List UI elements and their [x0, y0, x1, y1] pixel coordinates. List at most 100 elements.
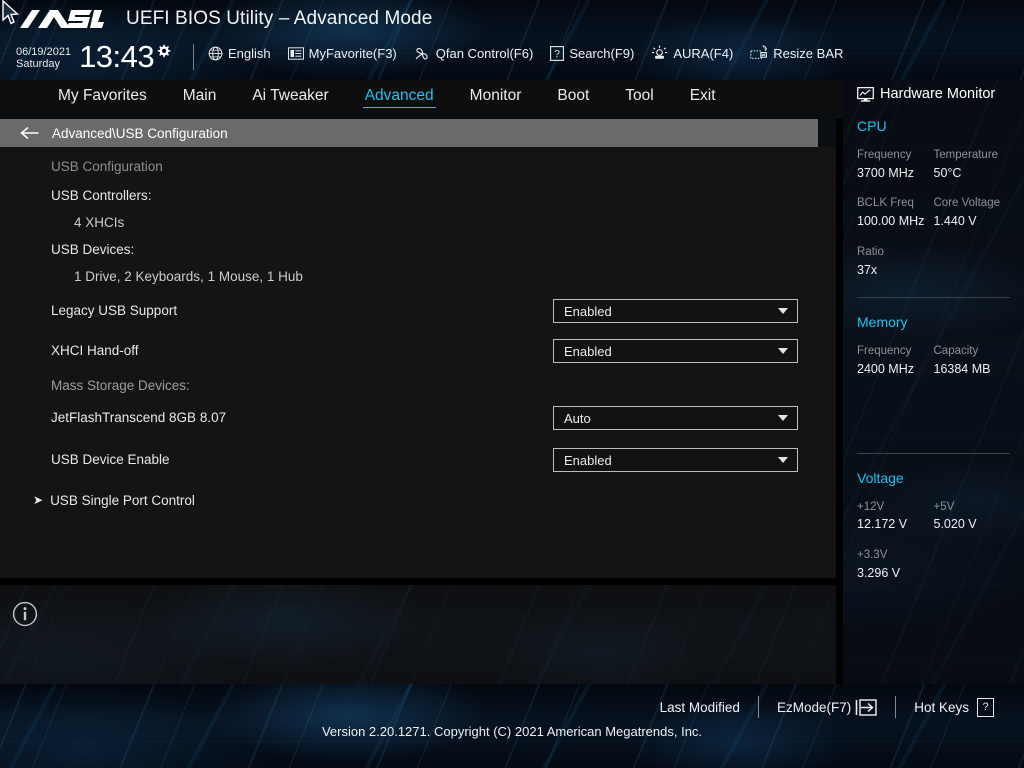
xhci-handoff-value: Enabled — [564, 344, 612, 359]
usb-device-enable-value: Enabled — [564, 453, 612, 468]
usb-devices-label: USB Devices: — [0, 242, 134, 257]
tab-my-favorites[interactable]: My Favorites — [40, 80, 165, 112]
jetflash-device-dropdown[interactable]: Auto — [553, 406, 798, 430]
resize-bar-label: Resize BAR — [773, 46, 843, 61]
xhci-handoff-label: XHCI Hand-off — [0, 343, 139, 358]
usb-single-port-control-item[interactable]: ➤ USB Single Port Control — [0, 493, 195, 508]
last-modified-button[interactable]: Last Modified — [642, 700, 758, 715]
tab-main[interactable]: Main — [165, 80, 235, 112]
tab-exit[interactable]: Exit — [672, 80, 734, 112]
xhci-handoff-dropdown[interactable]: Enabled — [553, 339, 798, 363]
chevron-down-icon — [778, 308, 788, 314]
settings-panel: USB Configuration USB Controllers: 4 XHC… — [0, 147, 836, 578]
breadcrumb-path: Advanced\USB Configuration — [52, 126, 228, 141]
hwm-section-cpu: CPU — [857, 118, 1010, 134]
question-box-icon: ? — [550, 46, 564, 61]
language-button[interactable]: English — [208, 46, 271, 61]
hwm-cpu-row-2: BCLK Freq 100.00 MHz Core Voltage 1.440 … — [857, 195, 1010, 230]
hwm-cpu-frequency-key: Frequency — [857, 147, 934, 164]
hot-keys-button[interactable]: Hot Keys ? — [896, 698, 1012, 717]
ez-mode-button[interactable]: EzMode(F7) — [759, 699, 895, 716]
hwm-cpu-frequency-value: 3700 MHz — [857, 164, 934, 183]
tab-boot[interactable]: Boot — [539, 80, 607, 112]
hwm-cpu-ratio-value: 37x — [857, 261, 943, 280]
fan-icon — [414, 46, 431, 61]
svg-text:?: ? — [555, 49, 561, 60]
hwm-cpu-row-1: Frequency 3700 MHz Temperature 50°C — [857, 147, 1010, 182]
aura-button[interactable]: AURA(F4) — [651, 45, 733, 61]
ez-mode-arrow-icon — [855, 699, 877, 716]
tab-advanced[interactable]: Advanced — [347, 80, 452, 112]
jetflash-device-value: Auto — [564, 411, 591, 426]
usb-devices-value: 1 Drive, 2 Keyboards, 1 Mouse, 1 Hub — [0, 269, 303, 284]
usb-controllers-value: 4 XHCIs — [0, 215, 124, 230]
section-title: USB Configuration — [0, 159, 163, 174]
header-tools: English MyFavorite(F3) — [208, 45, 843, 61]
hwm-section-voltage: Voltage — [857, 470, 1010, 486]
usb-single-port-control-label: USB Single Port Control — [50, 493, 195, 508]
chevron-down-icon — [778, 415, 788, 421]
asus-logo — [18, 8, 104, 30]
tab-monitor[interactable]: Monitor — [452, 80, 540, 112]
hwm-cpu-row-3: Ratio 37x — [857, 244, 1010, 279]
hwm-memory-frequency-key: Frequency — [857, 343, 934, 360]
weekday-label: Saturday — [16, 58, 71, 70]
search-button[interactable]: ? Search(F9) — [550, 46, 634, 61]
hardware-monitor-title: Hardware Monitor — [880, 86, 995, 102]
resize-bar-button[interactable]: Resize BAR — [750, 45, 843, 61]
header-bar: UEFI BIOS Utility – Advanced Mode 06/19/… — [0, 0, 1024, 80]
gear-icon[interactable] — [156, 44, 171, 59]
myfavorite-button[interactable]: MyFavorite(F3) — [288, 46, 397, 61]
hwm-cpu-core-voltage-key: Core Voltage — [934, 195, 1011, 212]
clock-label: 13:43 — [79, 42, 154, 71]
panel-separator — [0, 578, 836, 585]
mass-storage-devices-label: Mass Storage Devices: — [0, 378, 190, 393]
monitor-chart-icon — [857, 87, 874, 102]
footer-bar: Last Modified EzMode(F7) Hot Keys ? — [0, 684, 1024, 768]
header-divider — [193, 44, 194, 70]
tab-tool[interactable]: Tool — [607, 80, 671, 112]
hwm-divider-1 — [857, 297, 1010, 298]
info-icon[interactable] — [12, 601, 38, 627]
hwm-memory-capacity-value: 16384 MB — [934, 360, 1011, 379]
hwm-cpu-core-voltage-value: 1.440 V — [934, 212, 1011, 231]
bios-screen: UEFI BIOS Utility – Advanced Mode 06/19/… — [0, 0, 1024, 768]
search-label: Search(F9) — [569, 46, 634, 61]
aura-light-icon — [651, 45, 668, 61]
list-icon — [288, 47, 304, 60]
ez-mode-label: EzMode(F7) — [777, 700, 851, 715]
hwm-divider-2 — [857, 453, 1010, 454]
hot-keys-glyph: ? — [977, 698, 994, 717]
legacy-usb-support-value: Enabled — [564, 304, 612, 319]
qfan-control-button[interactable]: Qfan Control(F6) — [414, 46, 534, 61]
tab-ai-tweaker[interactable]: Ai Tweaker — [234, 80, 346, 112]
hardware-monitor-title-row: Hardware Monitor — [857, 80, 1010, 102]
hwm-memory-row-1: Frequency 2400 MHz Capacity 16384 MB — [857, 343, 1010, 378]
submenu-arrow-icon: ➤ — [33, 494, 43, 506]
hwm-voltage-row-2: +3.3V 3.296 V — [857, 547, 1010, 582]
hwm-voltage-row-1: +12V 12.172 V +5V 5.020 V — [857, 499, 1010, 534]
hwm-cpu-ratio-key: Ratio — [857, 244, 943, 261]
help-panel-texture — [0, 585, 836, 684]
hwm-voltage-12v-value: 12.172 V — [857, 515, 934, 534]
help-panel — [0, 585, 836, 684]
qfan-control-label: Qfan Control(F6) — [436, 46, 534, 61]
legacy-usb-support-label: Legacy USB Support — [0, 303, 177, 318]
date-label: 06/19/2021 — [16, 46, 71, 58]
hwm-voltage-5v-value: 5.020 V — [934, 515, 1011, 534]
usb-device-enable-dropdown[interactable]: Enabled — [553, 448, 798, 472]
hwm-section-memory: Memory — [857, 314, 1010, 330]
hwm-voltage-33v-value: 3.296 V — [857, 564, 943, 583]
hwm-cpu-bclk-key: BCLK Freq — [857, 195, 934, 212]
hwm-memory-capacity-key: Capacity — [934, 343, 1011, 360]
hwm-cpu-bclk-value: 100.00 MHz — [857, 212, 934, 231]
mouse-cursor — [2, 0, 20, 26]
hot-keys-label: Hot Keys — [914, 700, 969, 715]
page-title: UEFI BIOS Utility – Advanced Mode — [126, 8, 432, 30]
chevron-down-icon — [778, 348, 788, 354]
chevron-down-icon — [778, 457, 788, 463]
legacy-usb-support-dropdown[interactable]: Enabled — [553, 299, 798, 323]
hwm-memory-frequency-value: 2400 MHz — [857, 360, 934, 379]
date-time-group: 06/19/2021 Saturday 13:43 — [16, 42, 171, 71]
back-arrow-icon[interactable] — [20, 126, 40, 140]
